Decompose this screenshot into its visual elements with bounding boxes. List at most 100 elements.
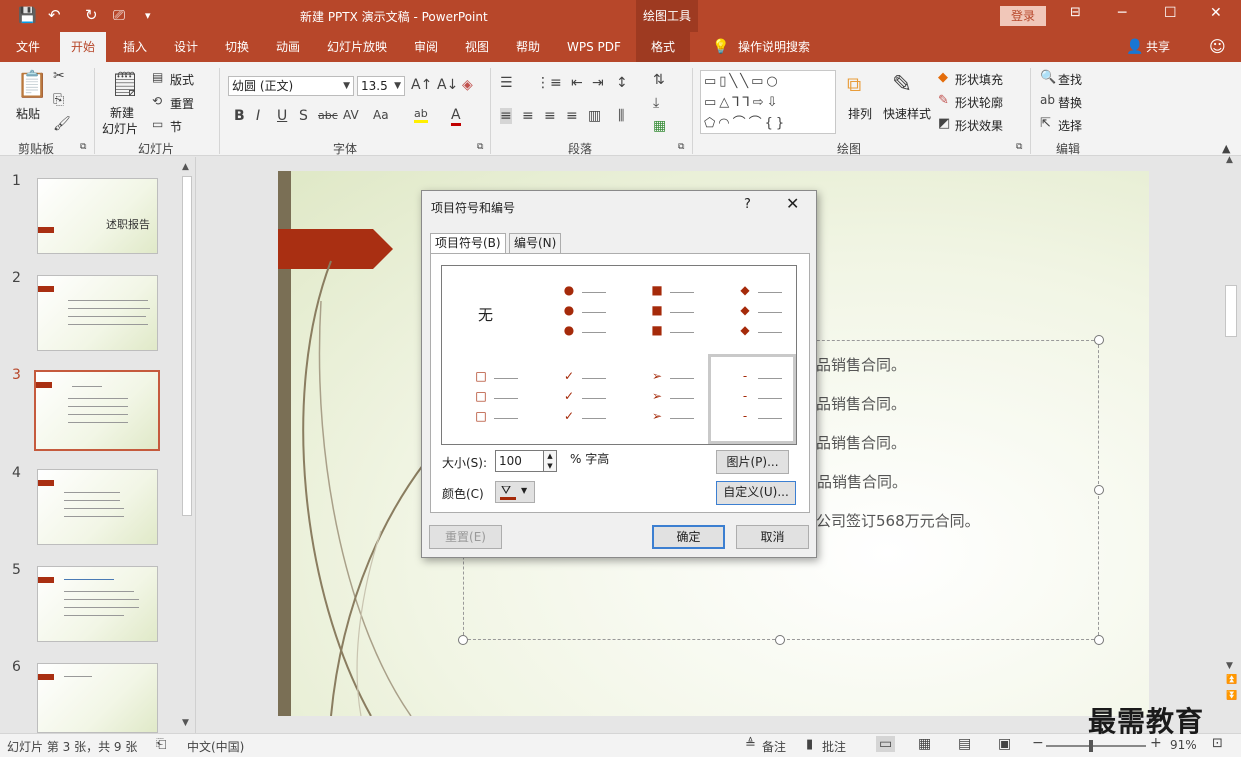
- text-direction-icon[interactable]: ⇅: [653, 72, 665, 88]
- resize-handle[interactable]: [458, 635, 468, 645]
- bullet-option-checkmark[interactable]: ✓ ✓ ✓: [532, 354, 620, 444]
- spin-down-icon[interactable]: ▼: [544, 461, 556, 471]
- tab-file[interactable]: 文件: [14, 32, 42, 62]
- collapse-ribbon-icon[interactable]: ▲: [1222, 142, 1230, 155]
- align-left-icon[interactable]: ≡: [500, 108, 512, 124]
- clipboard-launcher-icon[interactable]: ⧉: [80, 142, 86, 152]
- tab-animations[interactable]: 动画: [274, 32, 302, 62]
- change-case-icon[interactable]: Aa: [373, 108, 389, 122]
- slide-thumbnail-6[interactable]: [37, 663, 158, 733]
- justify-icon[interactable]: ≡: [566, 108, 578, 124]
- font-launcher-icon[interactable]: ⧉: [477, 142, 483, 152]
- tab-format[interactable]: 格式: [636, 32, 691, 62]
- ok-button[interactable]: 确定: [652, 525, 725, 549]
- smiley-icon[interactable]: ☺: [1207, 32, 1228, 62]
- paragraph-launcher-icon[interactable]: ⧉: [678, 142, 684, 152]
- fit-slide-icon[interactable]: ⊡: [1212, 736, 1223, 751]
- quick-styles-icon[interactable]: ✎: [892, 70, 912, 98]
- scroll-thumb[interactable]: [182, 176, 192, 516]
- tab-bullets[interactable]: 项目符号(B): [430, 233, 506, 254]
- new-slide-icon[interactable]: 🗒: [110, 70, 140, 98]
- color-picker-button[interactable]: ⛛ ▼: [495, 481, 535, 503]
- tab-wps-pdf[interactable]: WPS PDF: [565, 32, 623, 62]
- customize-button[interactable]: 自定义(U)...: [716, 481, 796, 505]
- tab-help[interactable]: 帮助: [514, 32, 542, 62]
- tab-insert[interactable]: 插入: [121, 32, 149, 62]
- zoom-slider-track[interactable]: [1046, 745, 1146, 747]
- slide-thumbnail-4[interactable]: [37, 469, 158, 545]
- arrange-button[interactable]: 排列: [848, 105, 872, 122]
- shapes-gallery[interactable]: ▭▯╲╲▭○ ▭△⅂⅂⇨⇩ ⬠◠⌒⌒{}: [700, 70, 836, 134]
- slide-thumbnail-3[interactable]: [34, 370, 160, 451]
- picture-button[interactable]: 图片(P)...: [716, 450, 789, 474]
- shape-fill-button[interactable]: 形状填充: [955, 71, 1003, 88]
- thumbnails-scrollbar[interactable]: ▲ ▼: [180, 162, 194, 730]
- find-button[interactable]: 查找: [1058, 71, 1082, 88]
- bullet-option-diamond[interactable]: ◆ ◆ ◆: [708, 268, 796, 358]
- align-right-icon[interactable]: ≡: [544, 108, 556, 124]
- next-slide-icon[interactable]: ⏬: [1226, 691, 1237, 701]
- highlight-icon[interactable]: ab: [414, 107, 428, 123]
- reset-button[interactable]: 重置: [170, 95, 194, 112]
- find-icon[interactable]: 🔍: [1040, 70, 1056, 85]
- language-indicator[interactable]: 中文(中国): [187, 738, 244, 755]
- spin-up-icon[interactable]: ▲: [544, 451, 556, 461]
- share-button[interactable]: 共享: [1144, 32, 1172, 62]
- distributed-icon[interactable]: ▥: [588, 108, 601, 124]
- scroll-down-icon[interactable]: ▼: [182, 718, 189, 728]
- paste-icon[interactable]: 📋: [16, 70, 48, 100]
- font-size-combo[interactable]: 13.5 ▼: [357, 76, 405, 96]
- drawing-launcher-icon[interactable]: ⧉: [1016, 142, 1022, 152]
- underline-icon[interactable]: U: [277, 108, 287, 124]
- shape-effects-icon[interactable]: ◩: [938, 116, 950, 131]
- tab-home[interactable]: 开始: [60, 32, 107, 62]
- previous-slide-icon[interactable]: ⏫: [1226, 675, 1237, 685]
- reading-view-icon[interactable]: ▤: [958, 736, 971, 752]
- decrease-indent-icon[interactable]: ⇤: [571, 75, 583, 91]
- section-button[interactable]: 节: [170, 118, 182, 135]
- scroll-up-icon[interactable]: ▲: [1226, 155, 1233, 165]
- spellcheck-icon[interactable]: ⎗: [156, 737, 166, 752]
- redo-icon[interactable]: ↻: [85, 6, 98, 24]
- bullet-option-none[interactable]: 无: [444, 268, 532, 358]
- bold-icon[interactable]: B: [234, 108, 245, 124]
- font-color-icon[interactable]: A: [451, 107, 461, 126]
- cancel-button[interactable]: 取消: [736, 525, 809, 549]
- dialog-close-button[interactable]: ✕: [786, 194, 799, 213]
- numbering-icon[interactable]: ⋮≡: [536, 75, 562, 91]
- select-icon[interactable]: ⇱: [1040, 116, 1051, 131]
- shape-outline-icon[interactable]: ✎: [938, 93, 949, 108]
- notes-icon[interactable]: ≜: [745, 737, 756, 752]
- scroll-up-icon[interactable]: ▲: [182, 162, 189, 172]
- slide-thumbnail-2[interactable]: [37, 275, 158, 351]
- select-button[interactable]: 选择: [1058, 117, 1082, 134]
- resize-handle[interactable]: [1094, 635, 1104, 645]
- scroll-thumb[interactable]: [1225, 285, 1237, 337]
- italic-icon[interactable]: I: [256, 108, 260, 124]
- tab-view[interactable]: 视图: [463, 32, 491, 62]
- slide-scrollbar[interactable]: ▲ ▼ ⏫ ⏬: [1222, 155, 1241, 733]
- resize-handle[interactable]: [1094, 335, 1104, 345]
- zoom-out-icon[interactable]: −: [1032, 735, 1044, 751]
- slideshow-view-icon[interactable]: ▣: [998, 736, 1011, 752]
- font-name-combo[interactable]: 幼圆 (正文) ▼: [228, 76, 354, 96]
- paste-button[interactable]: 粘贴: [16, 105, 40, 122]
- scroll-down-icon[interactable]: ▼: [1226, 661, 1233, 671]
- zoom-level[interactable]: 91%: [1170, 738, 1197, 752]
- layout-button[interactable]: 版式: [170, 71, 194, 88]
- bullet-option-hollow-square[interactable]: □ □ □: [444, 354, 532, 444]
- spacing-icon[interactable]: AV: [343, 108, 359, 122]
- quick-styles-button[interactable]: 快速样式: [883, 105, 931, 122]
- save-icon[interactable]: 💾: [18, 6, 37, 24]
- slide-thumbnail-5[interactable]: [37, 566, 158, 642]
- bullet-option-arrow[interactable]: ➢ ➢ ➢: [620, 354, 708, 444]
- reset-icon[interactable]: ⟲: [152, 94, 162, 108]
- undo-icon[interactable]: ↶: [48, 6, 61, 24]
- replace-icon[interactable]: ab: [1040, 93, 1055, 107]
- layout-icon[interactable]: ▤: [152, 70, 163, 84]
- grow-font-icon[interactable]: A↑: [411, 77, 432, 93]
- comments-icon[interactable]: ▮: [806, 737, 813, 752]
- align-center-icon[interactable]: ≡: [522, 108, 534, 124]
- shape-outline-button[interactable]: 形状轮廓: [955, 94, 1003, 111]
- section-icon[interactable]: ▭: [152, 117, 163, 131]
